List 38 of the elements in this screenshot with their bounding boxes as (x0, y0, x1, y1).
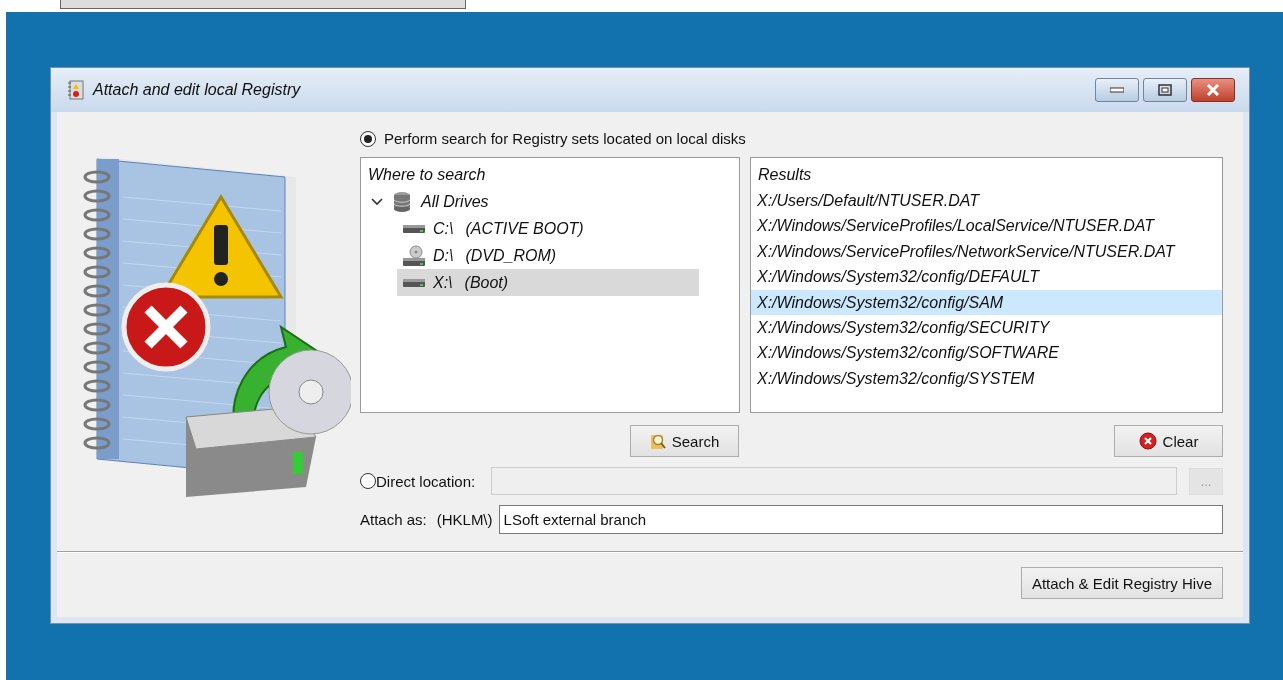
panel-header: Results (757, 165, 813, 185)
attach-as-label: Attach as: (360, 511, 427, 528)
result-item[interactable]: X:/Windows/System32/config/SYSTEM (751, 365, 1222, 392)
result-item[interactable]: X:/Windows/System32/config/SAM (751, 289, 1222, 315)
maximize-icon (1158, 84, 1172, 96)
radio-button[interactable] (360, 473, 376, 489)
result-item[interactable]: X:/Windows/ServiceProfiles/LocalService/NTUSER.DAT (751, 213, 1222, 239)
result-item[interactable]: X:/Windows/ServiceProfiles/NetworkService/NTUSER.DAT (751, 238, 1222, 265)
maximize-button[interactable] (1143, 78, 1187, 102)
notebook-icon (67, 80, 85, 100)
result-item[interactable]: X:/Windows/System32/config/SECURITY (751, 314, 1222, 341)
attach-button[interactable]: Attach & Edit Registry Hive (1020, 567, 1223, 599)
close-icon (1138, 432, 1157, 450)
magnifier-icon (649, 432, 666, 450)
result-item[interactable]: X:/Windows/System32/config/SOFTWARE (751, 340, 1222, 366)
result-item[interactable]: X:/Users/Default/NTUSER.DAT (751, 188, 1222, 214)
tree-item[interactable]: X:\ (Boot) (397, 269, 699, 296)
close-button[interactable] (1191, 78, 1235, 102)
minimize-icon (1110, 87, 1124, 93)
tree-item[interactable]: All Drives (385, 188, 495, 215)
drive-icon (403, 277, 425, 288)
window-title: Attach and edit local Registry (93, 81, 302, 99)
minimize-button[interactable] (1095, 78, 1139, 102)
tree-item[interactable]: D:\ (DVD_ROM) (397, 242, 739, 269)
search-button[interactable]: Search (630, 425, 739, 457)
branch-name-field[interactable]: LSoft external branch (498, 505, 1223, 534)
drive-icon (403, 223, 425, 234)
close-icon (1205, 84, 1221, 96)
root-key-label: (HKLM\) (436, 511, 493, 528)
optical-drive-icon (403, 244, 425, 267)
radio-button[interactable] (360, 130, 376, 147)
tree-item[interactable]: C:\ (ACTIVE BOOT) (397, 215, 739, 242)
result-item[interactable]: X:/Windows/System32/config/DEFAULT (751, 264, 1222, 290)
database-icon (393, 190, 411, 213)
clear-button[interactable]: Clear (1114, 425, 1223, 457)
option-label: Direct location: (376, 472, 476, 490)
panel-header: Where to search (367, 165, 487, 185)
option-label: Perform search for Registry sets located on local disks (384, 130, 746, 147)
